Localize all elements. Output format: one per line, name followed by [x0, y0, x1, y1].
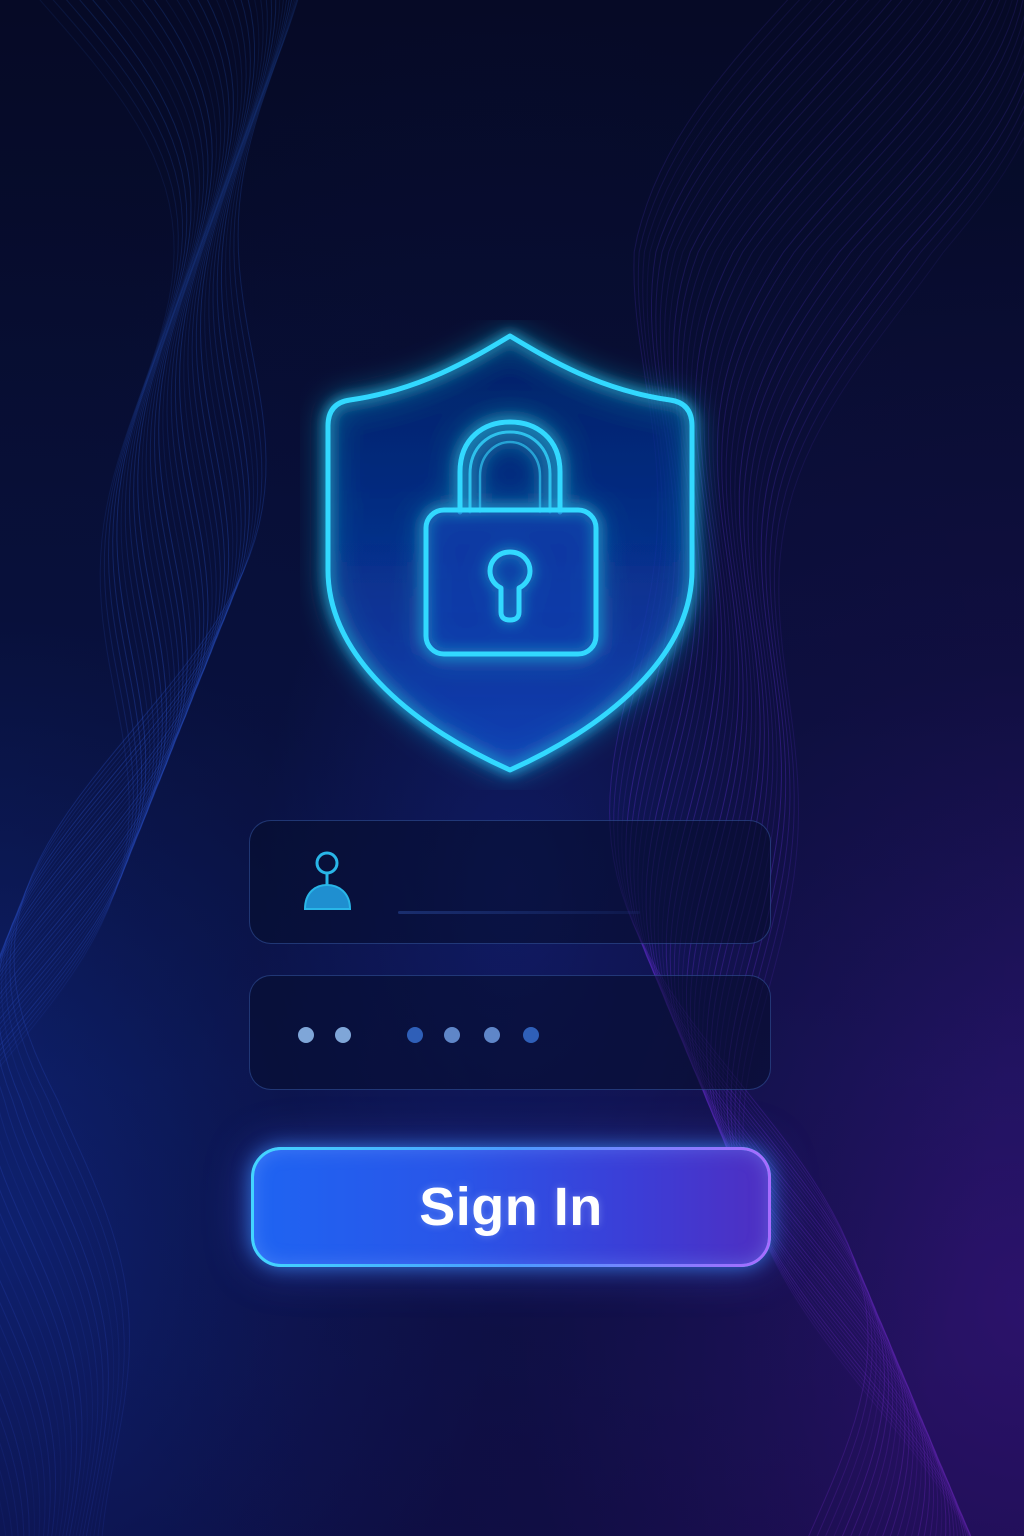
wave-line [730, 88, 1024, 1536]
login-screen: Sign In [0, 0, 1024, 1536]
wave-line [0, 0, 218, 1536]
wave-line [0, 0, 209, 1025]
sign-in-button-label: Sign In [419, 1177, 603, 1237]
wave-line [0, 0, 284, 1536]
wave-line [734, 104, 1024, 1536]
wave-line [689, 0, 994, 1536]
password-mask-dot [298, 1027, 314, 1043]
password-mask-dot [335, 1027, 351, 1043]
wave-line [0, 0, 226, 1536]
password-mask-dot [523, 1027, 539, 1043]
wave-line [0, 0, 260, 1536]
user-icon [303, 851, 352, 910]
password-mask-dot [484, 1027, 500, 1043]
wave-line [706, 0, 1019, 1536]
username-field[interactable] [249, 820, 771, 944]
wave-line [726, 71, 1024, 1536]
password-mask-dot [444, 1027, 460, 1043]
password-field[interactable] [249, 975, 771, 1090]
password-mask-dot [407, 1027, 423, 1043]
sign-in-button[interactable]: Sign In [251, 1147, 771, 1267]
username-input-line[interactable] [398, 911, 640, 914]
wave-line [0, 0, 196, 1041]
wave-line [0, 0, 184, 1057]
shield-lock-icon [325, 333, 695, 773]
wave-line [698, 0, 1007, 1536]
